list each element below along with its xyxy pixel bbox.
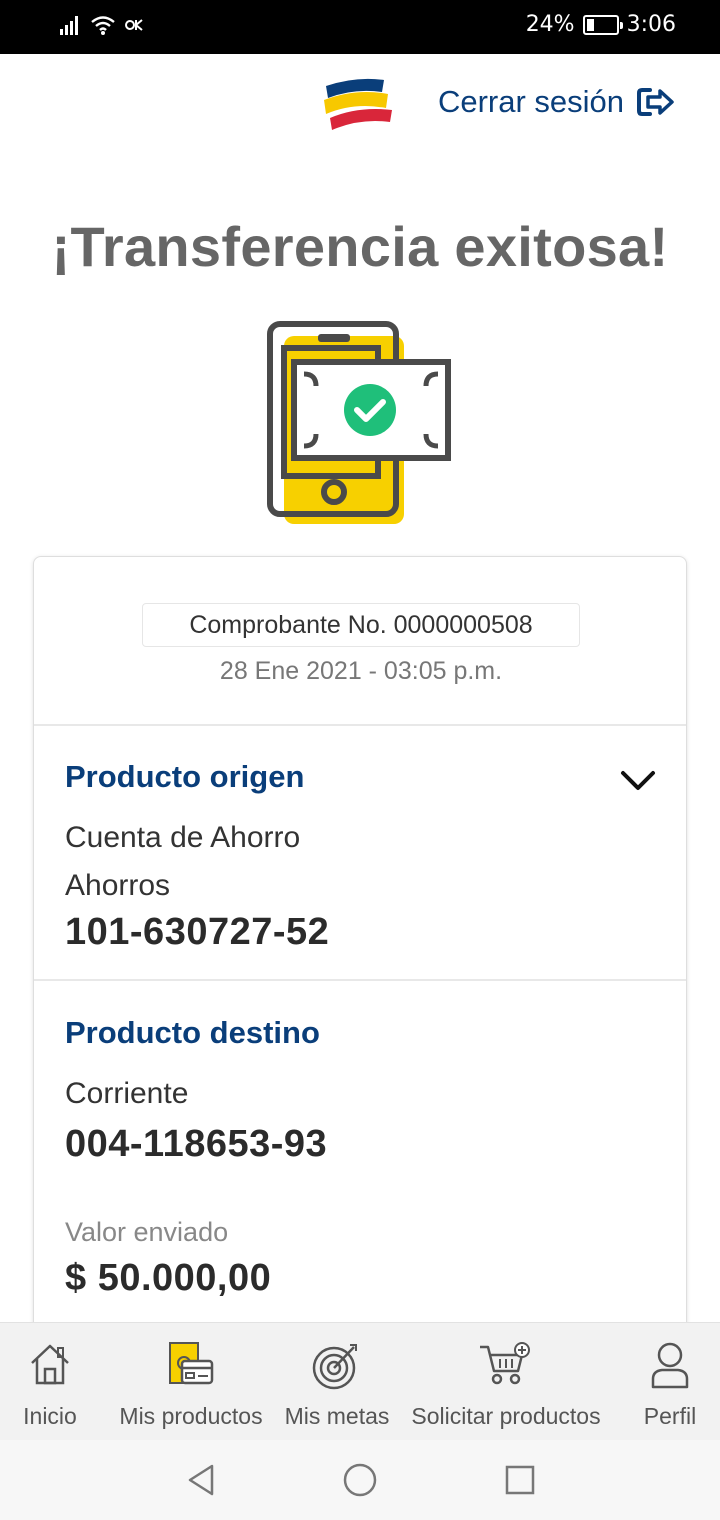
transaction-datetime: 28 Ene 2021 - 03:05 p.m. <box>219 657 503 685</box>
origin-account-subtype: Ahorros <box>65 869 171 902</box>
divider <box>34 979 686 981</box>
clock: 3:06 <box>626 12 676 37</box>
nav-label: Perfil <box>643 1403 697 1429</box>
battery-percent: 24% <box>525 12 575 37</box>
origin-title: Producto origen <box>65 759 305 794</box>
nav-item-solicitar-productos[interactable]: Solicitar productos <box>402 1323 610 1441</box>
logout-button[interactable]: Cerrar sesión <box>438 84 676 120</box>
bank-logo <box>324 78 392 130</box>
transfer-success-illustration <box>267 321 451 524</box>
logout-icon <box>637 88 674 116</box>
recents-icon[interactable] <box>504 1464 536 1496</box>
nav-item-mis-metas[interactable]: Mis metas <box>280 1323 394 1441</box>
target-icon <box>312 1344 357 1390</box>
battery-level <box>586 18 594 31</box>
home-button-icon[interactable] <box>342 1462 378 1498</box>
destination-account-number: 004-118653-93 <box>65 1123 328 1165</box>
amount-value: $ 50.000,00 <box>65 1257 272 1299</box>
home-icon <box>31 1344 69 1385</box>
nav-item-perfil[interactable]: Perfil <box>626 1323 714 1441</box>
nav-label: Solicitar productos <box>411 1403 601 1429</box>
nav-item-mis-productos[interactable]: Mis productos <box>110 1323 272 1441</box>
origin-account-number: 101-630727-52 <box>65 911 330 953</box>
back-icon[interactable] <box>184 1462 218 1498</box>
page-title: ¡Transferencia exitosa! <box>51 215 669 278</box>
signal-icon <box>60 16 78 35</box>
origin-account-type: Cuenta de Ahorro <box>65 821 301 854</box>
user-icon <box>651 1342 689 1389</box>
products-icon <box>169 1342 214 1385</box>
nav-label: Inicio <box>23 1403 77 1429</box>
system-nav-bar <box>0 1440 720 1520</box>
destination-account-type: Corriente <box>65 1077 189 1110</box>
cart-add-icon <box>480 1342 530 1385</box>
receipt-card: Comprobante No. 0000000508 28 Ene 2021 -… <box>33 556 687 1336</box>
status-icons <box>58 14 144 36</box>
nav-label: Mis productos <box>119 1403 263 1429</box>
logout-label: Cerrar sesión <box>437 84 624 119</box>
divider <box>34 724 686 726</box>
battery-icon <box>582 14 623 35</box>
wifi-icon <box>91 16 115 35</box>
destination-title: Producto destino <box>65 1015 320 1050</box>
amount-label: Valor enviado <box>65 1217 229 1247</box>
nav-item-inicio[interactable]: Inicio <box>0 1323 100 1441</box>
nav-label: Mis metas <box>284 1403 390 1429</box>
bottom-nav: Inicio Mis productos Mis metas Solicitar… <box>0 1322 720 1440</box>
voucher-number: Comprobante No. 0000000508 <box>142 603 580 647</box>
status-bar: 24% 3:06 <box>0 0 720 54</box>
nfc-icon <box>125 19 143 31</box>
status-right: 24% 3:06 <box>526 12 676 37</box>
chevron-down-icon[interactable] <box>620 769 656 793</box>
